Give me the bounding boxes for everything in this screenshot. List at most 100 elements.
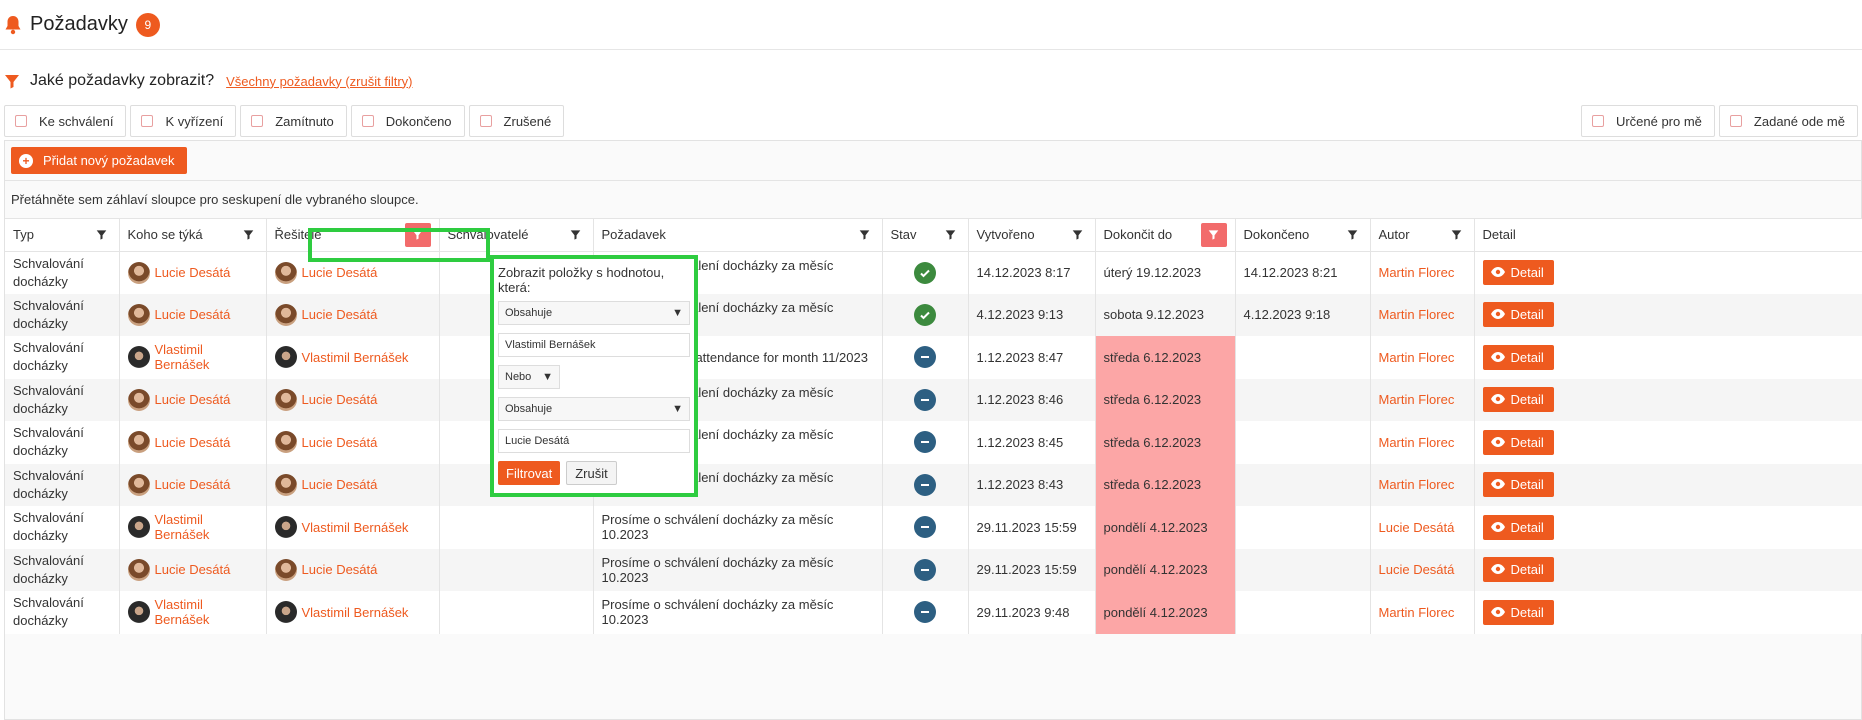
detail-button[interactable]: Detail [1482, 472, 1554, 498]
person-link[interactable]: Vlastimil Bernášek [127, 597, 258, 628]
author-link[interactable]: Martin Florec [1379, 307, 1455, 322]
detail-button[interactable]: Detail [1482, 387, 1554, 413]
detail-button[interactable]: Detail [1482, 514, 1554, 540]
table-row[interactable]: Schvalování docházky Lucie Desátá Lucie … [5, 378, 1862, 421]
checkbox[interactable] [1729, 115, 1742, 127]
cell-stav [882, 378, 969, 421]
chip-ke-schvaleni[interactable]: Ke schválení [4, 105, 127, 137]
person-link[interactable]: Lucie Desátá [127, 303, 258, 326]
cell-koho: Lucie Desátá [119, 548, 267, 591]
column-filter-icon[interactable] [1448, 226, 1466, 244]
checkbox[interactable] [15, 115, 27, 127]
column-header-detail[interactable]: Detail [1474, 219, 1862, 252]
person-link[interactable]: Vlastimil Bernášek [127, 342, 258, 372]
filter-value-input-2[interactable]: Lucie Desátá [498, 429, 690, 453]
filter-value-input-1[interactable]: Vlastimil Bernášek [498, 333, 690, 357]
apply-filter-button[interactable]: Filtrovat [498, 461, 561, 485]
chip-zamitnuto[interactable]: Zamítnuto [240, 105, 347, 137]
cancel-filter-button[interactable]: Zrušit [566, 461, 617, 485]
author-link[interactable]: Martin Florec [1379, 350, 1455, 365]
column-header-autor[interactable]: Autor [1370, 219, 1475, 252]
column-filter-icon[interactable] [567, 226, 585, 244]
table-row[interactable]: Schvalování docházky Vlastimil Bernášek … [5, 506, 1862, 549]
cell-stav [882, 421, 969, 464]
table-row[interactable]: Schvalování docházky Lucie Desátá Lucie … [5, 293, 1862, 336]
column-filter-icon[interactable] [1344, 226, 1362, 244]
table-row[interactable]: Schvalování docházky Lucie Desátá Lucie … [5, 251, 1862, 294]
checkbox[interactable] [1591, 115, 1604, 127]
column-filter-icon[interactable] [240, 226, 258, 244]
column-filter-icon[interactable] [1069, 226, 1087, 244]
column-filter-icon[interactable] [93, 226, 111, 244]
detail-button[interactable]: Detail [1482, 302, 1554, 328]
detail-button[interactable]: Detail [1482, 599, 1554, 625]
minus-circle-icon [914, 431, 936, 454]
person-link[interactable]: Lucie Desátá [274, 431, 431, 454]
table-row[interactable]: Schvalování docházky Vlastimil Bernášek … [5, 336, 1862, 379]
table-row[interactable]: Schvalování docházky Vlastimil Bernášek … [5, 591, 1862, 634]
column-header-vytvoreno[interactable]: Vytvořeno [968, 219, 1096, 252]
cell-dokoncit-do: pondělí 4.12.2023 [1095, 548, 1236, 591]
checkbox[interactable] [479, 115, 492, 127]
operator-select-1[interactable]: Obsahuje ▼ [498, 301, 690, 325]
detail-button[interactable]: Detail [1482, 557, 1554, 583]
column-header-stav[interactable]: Stav [882, 219, 969, 252]
column-header-koho[interactable]: Koho se týká [119, 219, 267, 252]
column-header-dokonceno[interactable]: Dokončeno [1235, 219, 1371, 252]
checkbox[interactable] [251, 115, 264, 127]
author-link[interactable]: Martin Florec [1379, 435, 1455, 450]
person-link[interactable]: Vlastimil Bernášek [274, 516, 431, 539]
add-request-button[interactable]: + Přidat nový požadavek [11, 147, 187, 174]
chip-k-vyrizeni[interactable]: K vyřízení [130, 105, 237, 137]
person-link[interactable]: Vlastimil Bernášek [274, 346, 431, 369]
column-filter-icon[interactable] [404, 222, 431, 247]
person-link[interactable]: Lucie Desátá [274, 388, 431, 411]
chip-dokonceno[interactable]: Dokončeno [350, 105, 465, 137]
author-link[interactable]: Martin Florec [1379, 605, 1455, 620]
person-link[interactable]: Lucie Desátá [127, 473, 258, 496]
detail-button[interactable]: Detail [1482, 260, 1554, 285]
person-link[interactable]: Lucie Desátá [127, 261, 258, 284]
person-name: Vlastimil Bernášek [154, 597, 210, 628]
column-header-typ[interactable]: Typ [5, 219, 120, 252]
detail-button[interactable]: Detail [1482, 344, 1554, 370]
person-link[interactable]: Lucie Desátá [127, 388, 258, 411]
person-link[interactable]: Lucie Desátá [274, 558, 431, 581]
person-link[interactable]: Lucie Desátá [127, 431, 258, 454]
column-filter-icon[interactable] [856, 226, 874, 244]
person-link[interactable]: Vlastimil Bernášek [274, 601, 431, 624]
column-filter-icon[interactable] [1200, 222, 1227, 247]
logic-select[interactable]: Nebo ▼ [498, 365, 560, 389]
person-link[interactable]: Vlastimil Bernášek [127, 512, 258, 542]
cell-vytvoreno: 29.11.2023 9:48 [968, 591, 1096, 634]
author-link[interactable]: Martin Florec [1379, 265, 1455, 280]
group-drop-area[interactable]: Přetáhněte sem záhlaví sloupce pro sesku… [5, 181, 1861, 219]
author-link[interactable]: Lucie Desátá [1379, 520, 1455, 535]
person-link[interactable]: Lucie Desátá [274, 303, 431, 326]
author-link[interactable]: Martin Florec [1379, 477, 1455, 492]
column-filter-icon[interactable] [942, 226, 960, 244]
reset-filters-link[interactable]: Všechny požadavky (zrušit filtry) [226, 74, 412, 89]
checkbox[interactable] [361, 115, 374, 127]
column-header-dokoncit-do[interactable]: Dokončit do [1095, 219, 1236, 252]
chip-label: Ke schválení [39, 113, 114, 129]
author-link[interactable]: Lucie Desátá [1379, 562, 1455, 577]
table-row[interactable]: Schvalování docházky Lucie Desátá Lucie … [5, 548, 1862, 591]
person-link[interactable]: Lucie Desátá [127, 558, 258, 581]
column-header-schvalovatele[interactable]: Schvalovatelé [439, 219, 594, 252]
operator-select-2[interactable]: Obsahuje ▼ [498, 397, 690, 421]
status-chip-group: Ke schválení K vyřízení Zamítnuto Dokonč… [4, 105, 565, 137]
person-link[interactable]: Lucie Desátá [274, 261, 431, 284]
checkbox[interactable] [141, 115, 154, 127]
chip-urcene-pro-me[interactable]: Určené pro mě [1580, 105, 1715, 137]
table-row[interactable]: Schvalování docházky Lucie Desátá Lucie … [5, 421, 1862, 464]
column-header-resitele[interactable]: Řešitelé [266, 219, 440, 252]
column-header-pozadavek[interactable]: Požadavek [593, 219, 883, 252]
chip-zrusene[interactable]: Zrušené [468, 105, 565, 137]
cell-dokonceno [1235, 506, 1371, 549]
table-row[interactable]: Schvalování docházky Lucie Desátá Lucie … [5, 463, 1862, 506]
author-link[interactable]: Martin Florec [1379, 392, 1455, 407]
person-link[interactable]: Lucie Desátá [274, 473, 431, 496]
chip-zadane-ode-me[interactable]: Zadané ode mě [1718, 105, 1858, 137]
detail-button[interactable]: Detail [1482, 429, 1554, 455]
